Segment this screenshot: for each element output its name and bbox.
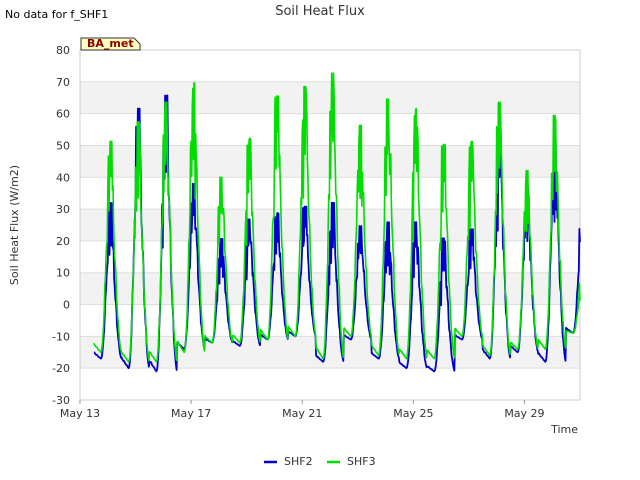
- soil-heat-flux-chart: No data for f_SHF1 Soil Heat Flux -30 -20…: [5, 4, 581, 468]
- x-axis-ticks: May 13 May 17 May 21 May 25 May 29: [60, 400, 545, 420]
- legend: SHF2 SHF3: [264, 455, 376, 468]
- site-badge: BA_met: [80, 37, 141, 51]
- y-tick-label: 30: [56, 203, 70, 216]
- y-tick-label: 50: [56, 139, 70, 152]
- y-tick-label: -20: [52, 362, 70, 375]
- y-tick-label: 60: [56, 108, 70, 121]
- y-tick-label: 80: [56, 44, 70, 57]
- legend-label-shf3: SHF3: [347, 455, 376, 468]
- x-tick-label: May 13: [60, 407, 100, 420]
- x-tick-label: May 17: [171, 407, 211, 420]
- grid-band: [80, 81, 580, 114]
- y-tick-label: 20: [56, 235, 70, 248]
- y-axis-ticks: -30 -20 -10 0 10 20 30 40 50 60 70 80: [52, 44, 70, 407]
- legend-label-shf2: SHF2: [284, 455, 313, 468]
- y-tick-label: 0: [63, 299, 70, 312]
- y-tick-label: -30: [52, 394, 70, 407]
- x-tick-label: May 25: [393, 407, 433, 420]
- grid-band: [80, 336, 580, 369]
- chart-title: Soil Heat Flux: [275, 4, 365, 19]
- y-tick-label: 40: [56, 171, 70, 184]
- y-tick-label: -10: [52, 330, 70, 343]
- y-axis-label: Soil Heat Flux (W/m2): [8, 165, 21, 285]
- x-tick-label: May 29: [504, 407, 544, 420]
- y-tick-label: 10: [56, 267, 70, 280]
- site-badge-label: BA_met: [87, 37, 134, 50]
- y-tick-label: 70: [56, 76, 70, 89]
- no-data-notice: No data for f_SHF1: [5, 8, 108, 21]
- x-tick-label: May 21: [282, 407, 322, 420]
- plot-background: [79, 49, 581, 401]
- x-axis-label: Time: [550, 423, 578, 436]
